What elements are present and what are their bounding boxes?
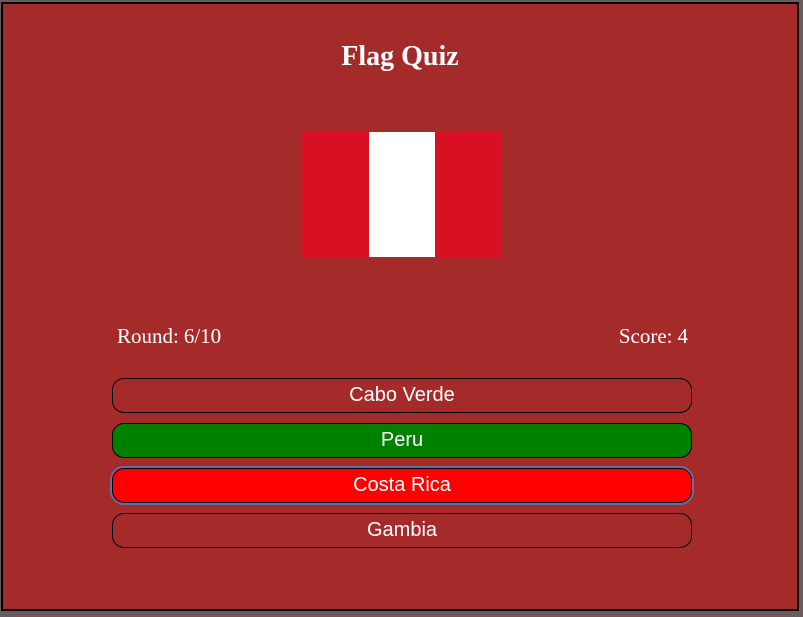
flag-stripe-right (435, 132, 503, 257)
answer-button-peru[interactable]: Peru (112, 423, 692, 458)
round-value: 6/10 (183, 324, 222, 348)
game-title: Flag Quiz (341, 41, 459, 72)
answer-button-cabo-verde[interactable]: Cabo Verde (112, 378, 692, 413)
flag-stripe-middle (368, 132, 436, 257)
flag-stripe-left (302, 132, 369, 257)
answer-button-gambia[interactable]: Gambia (112, 513, 692, 548)
score-counter: Score: 4 (619, 322, 688, 350)
answer-list: Cabo Verde Peru Costa Rica Gambia (110, 378, 694, 558)
score-label: Score: (618, 324, 673, 348)
round-counter: Round: 6/10 (117, 322, 221, 350)
round-label: Round: (117, 324, 179, 348)
flag-image (302, 132, 503, 257)
stats-bar: Round: 6/10 Score: 4 (117, 322, 688, 350)
answer-button-costa-rica[interactable]: Costa Rica (110, 466, 694, 505)
score-value: 4 (677, 324, 689, 348)
game-container: Flag Quiz Round: 6/10 Score: 4 Cabo Verd… (1, 2, 799, 611)
